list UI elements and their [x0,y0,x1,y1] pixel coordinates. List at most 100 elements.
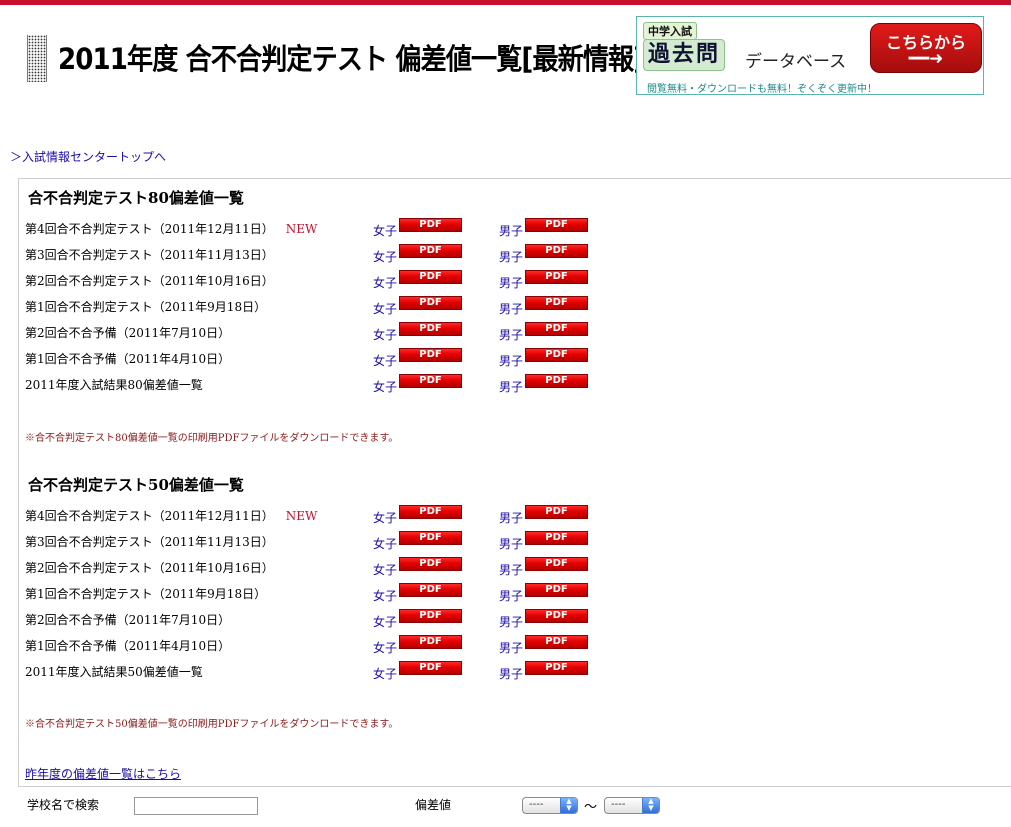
table-row: 第2回合不合判定テスト（2011年10月16日） 女子 PDF 男子 PDF [0,270,700,290]
deviation-to-value: ---- [611,799,626,810]
previous-year-link[interactable]: 昨年度の偏差値一覧はこちら [25,765,181,782]
table-row: 第1回合不合判定テスト（2011年9月18日） 女子 PDF 男子 PDF [0,583,700,603]
test-name: 2011年度入試結果80偏差値一覧 [25,376,215,393]
deviation-to-select[interactable]: ---- ▲ ▼ [604,797,660,814]
pdf-icon: PDF [399,244,462,258]
girls-label: 女子 [373,589,398,603]
girls-label: 女子 [373,250,398,264]
pdf-icon: PDF [399,505,462,519]
section-title: 合不合判定テスト50偏差値一覧 [28,476,244,494]
pdf-icon: PDF [399,557,462,571]
school-search-label: 学校名で検索 [27,798,100,812]
download-note: ※合不合判定テスト50偏差値一覧の印刷用PDFファイルをダウンロードできます。 [25,719,399,730]
top-accent-bar [0,0,1011,5]
boys-label: 男子 [499,511,524,525]
banner-note: 閲覧無料・ダウンロードも無料！ぞくぞく更新中！ [647,84,877,95]
table-row: 第3回合不合判定テスト（2011年11月13日） 女子 PDF 男子 PDF [0,531,700,551]
table-row: 2011年度入試結果50偏差値一覧 女子 PDF 男子 PDF [0,661,700,681]
title-decoration [27,35,47,82]
school-search-input[interactable] [134,797,258,815]
pdf-icon: PDF [525,557,588,571]
test-name-text: 第4回合不合判定テスト（2011年12月11日） [25,509,274,523]
test-name-text: 第2回合不合予備（2011年7月10日） [25,326,231,340]
girls-label: 女子 [373,354,398,368]
pdf-icon: PDF [399,270,462,284]
pdf-icon: PDF [525,348,588,362]
test-name-text: 第2回合不合予備（2011年7月10日） [25,613,231,627]
test-name: 第1回合不合予備（2011年4月10日） [25,350,242,367]
new-badge: NEW [285,222,318,236]
boys-label: 男子 [499,250,524,264]
table-row: 2011年度入試結果80偏差値一覧 女子 PDF 男子 PDF [0,374,700,394]
boys-label: 男子 [499,589,524,603]
range-separator: 〜 [584,800,598,815]
deviation-from-select[interactable]: ---- ▲ ▼ [522,797,578,814]
test-name-text: 第1回合不合予備（2011年4月10日） [25,352,231,366]
pdf-icon: PDF [525,583,588,597]
boys-label: 男子 [499,302,524,316]
page-title: 2011年度 合不合判定テスト 偏差値一覧[最新情報] [58,42,645,76]
boys-label: 男子 [499,615,524,629]
pdf-icon: PDF [399,218,462,232]
pdf-icon: PDF [399,348,462,362]
pdf-icon: PDF [525,296,588,310]
boys-label: 男子 [499,667,524,681]
girls-label: 女子 [373,224,398,238]
pdf-icon: PDF [399,661,462,675]
test-name: 第4回合不合判定テスト（2011年12月11日） NEW [25,507,317,524]
table-row: 第2回合不合判定テスト（2011年10月16日） 女子 PDF 男子 PDF [0,557,700,577]
test-name: 第2回合不合予備（2011年7月10日） [25,611,242,628]
test-name: 第3回合不合判定テスト（2011年11月13日） [25,246,286,263]
girls-label: 女子 [373,615,398,629]
test-name: 第2回合不合判定テスト（2011年10月16日） [25,272,286,289]
test-name: 第3回合不合判定テスト（2011年11月13日） [25,533,286,550]
new-badge: NEW [285,509,318,523]
banner-label-database: データベース [745,52,847,72]
girls-label: 女子 [373,328,398,342]
banner-go-button[interactable]: こちらから ━━➜ [870,23,982,73]
deviation-from-value: ---- [529,799,544,810]
test-name: 2011年度入試結果50偏差値一覧 [25,663,215,680]
pdf-icon: PDF [525,244,588,258]
pdf-icon: PDF [525,270,588,284]
table-row: 第1回合不合予備（2011年4月10日） 女子 PDF 男子 PDF [0,635,700,655]
test-name: 第2回合不合予備（2011年7月10日） [25,324,242,341]
past-exam-database-banner[interactable]: 中学入試 過去問 データベース こちらから ━━➜ 閲覧無料・ダウンロードも無料… [636,16,984,95]
test-name-text: 2011年度入試結果80偏差値一覧 [25,378,203,392]
test-name-text: 第1回合不合判定テスト（2011年9月18日） [25,587,267,601]
pdf-icon: PDF [399,296,462,310]
pdf-icon: PDF [399,322,462,336]
arrow-right-icon: ━━➜ [908,49,944,69]
select-arrows-icon: ▲ ▼ [642,798,659,813]
test-name: 第1回合不合予備（2011年4月10日） [25,637,242,654]
boys-label: 男子 [499,354,524,368]
girls-label: 女子 [373,276,398,290]
boys-label: 男子 [499,224,524,238]
boys-label: 男子 [499,276,524,290]
table-row: 第4回合不合判定テスト（2011年12月11日） NEW 女子 PDF 男子 PDF [0,218,700,238]
pdf-icon: PDF [525,374,588,388]
girls-label: 女子 [373,511,398,525]
banner-label-main: 過去問 [643,39,726,71]
back-to-top-link[interactable]: ＞入試情報センタートップへ [10,148,166,165]
pdf-icon: PDF [399,635,462,649]
table-row: 第2回合不合予備（2011年7月10日） 女子 PDF 男子 PDF [0,322,700,342]
boys-label: 男子 [499,328,524,342]
girls-label: 女子 [373,302,398,316]
deviation-label: 偏差値 [415,798,452,812]
girls-label: 女子 [373,641,398,655]
pdf-icon: PDF [525,505,588,519]
test-name: 第1回合不合判定テスト（2011年9月18日） [25,298,278,315]
test-name-text: 第2回合不合判定テスト（2011年10月16日） [25,561,274,575]
test-name-text: 第1回合不合予備（2011年4月10日） [25,639,231,653]
pdf-icon: PDF [525,531,588,545]
pdf-icon: PDF [525,322,588,336]
test-name-text: 2011年度入試結果50偏差値一覧 [25,665,203,679]
table-row: 第2回合不合予備（2011年7月10日） 女子 PDF 男子 PDF [0,609,700,629]
pdf-icon: PDF [399,374,462,388]
pdf-icon: PDF [399,609,462,623]
test-name: 第1回合不合判定テスト（2011年9月18日） [25,585,278,602]
section-title: 合不合判定テスト80偏差値一覧 [28,189,244,207]
girls-label: 女子 [373,380,398,394]
test-name-text: 第4回合不合判定テスト（2011年12月11日） [25,222,274,236]
